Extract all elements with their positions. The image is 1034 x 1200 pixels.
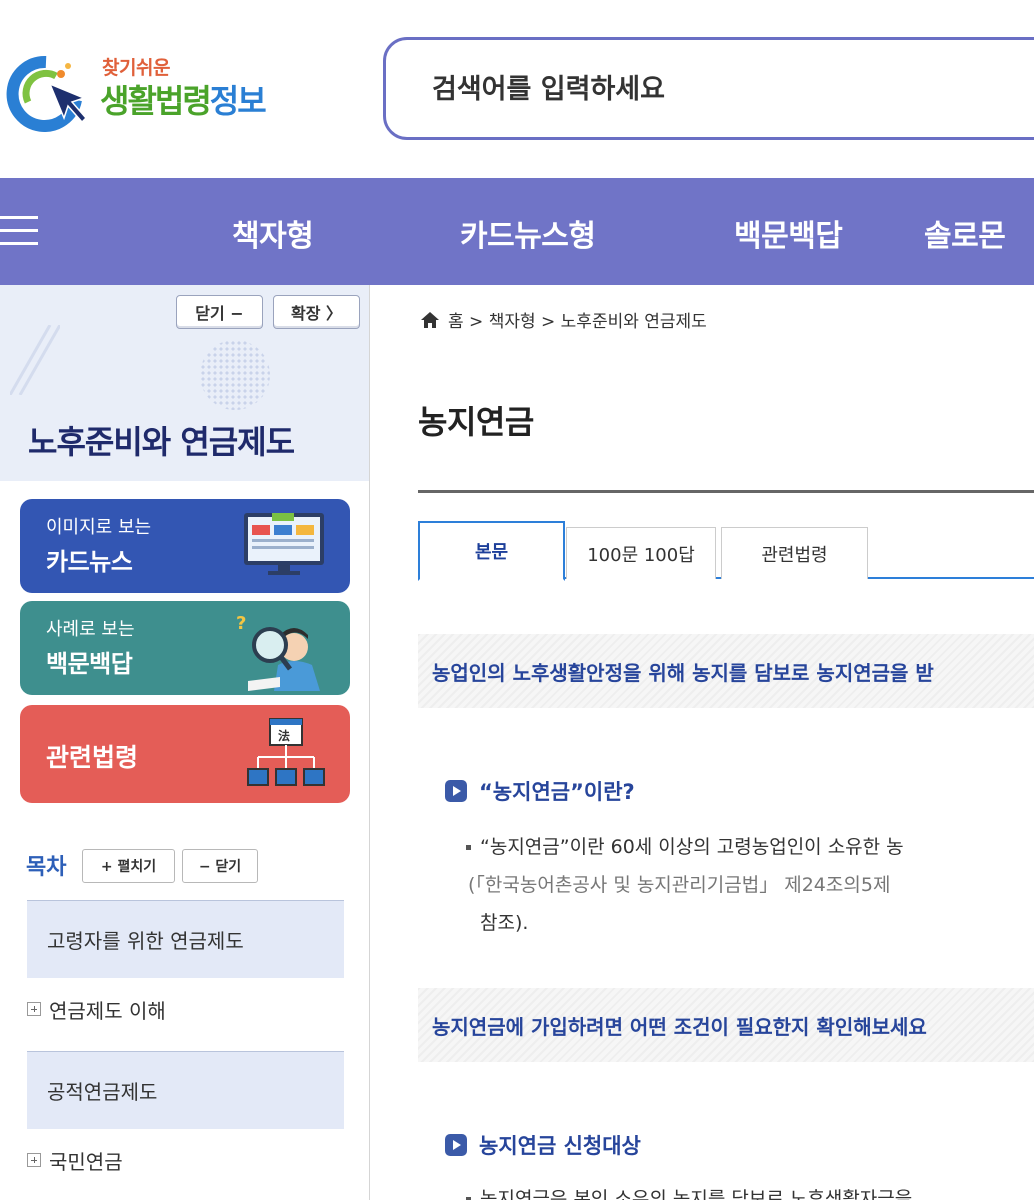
qna-card-sub: 사례로 보는: [46, 619, 135, 640]
nav-item-solomon[interactable]: 솔로몬: [924, 211, 1006, 255]
magnifier-person-icon: ?: [236, 613, 320, 691]
decorative-lines-icon: [10, 325, 60, 395]
toc-item-label: 연금제도 이해: [49, 998, 166, 1023]
toc-collapse-button[interactable]: − 닫기: [182, 849, 258, 883]
sidebar-header: 닫기 − 확장 〉 노후준비와 연금제도: [0, 285, 369, 481]
breadcrumb: 홈 > 책자형 > 노후준비와 연금제도: [420, 307, 707, 332]
sidebar-expand-button[interactable]: 확장 〉: [273, 295, 360, 329]
sidebar-close-button[interactable]: 닫기 −: [176, 295, 263, 329]
search-input[interactable]: [432, 68, 992, 110]
toc-expand-button[interactable]: + 펼치기: [82, 849, 175, 883]
section-heading-definition: “농지연금”이란?: [445, 776, 635, 806]
sidebar-title: 노후준비와 연금제도: [28, 423, 295, 461]
logo-cursor-icon: [6, 55, 88, 132]
breadcrumb-text[interactable]: 홈 > 책자형 > 노후준비와 연금제도: [448, 307, 707, 332]
related-law-card[interactable]: 관련법령 法: [20, 705, 350, 803]
qna-card[interactable]: 사례로 보는 백문백답 ?: [20, 601, 350, 695]
play-bullet-icon: [445, 780, 467, 802]
toc-item-pension-understanding[interactable]: 연금제도 이해: [27, 974, 344, 1044]
tab-100-qna[interactable]: 100문 100답: [566, 527, 716, 579]
content-tabs: 본문 100문 100답 관련법령: [418, 521, 1034, 581]
home-icon[interactable]: [420, 311, 440, 329]
page-title: 농지연금: [418, 403, 534, 441]
qna-card-label: 백문백답: [46, 650, 133, 678]
tab-related-law[interactable]: 관련법령: [721, 527, 868, 579]
eligibility-paragraph: 농지연금은 본인 소유의 농지를 담보로 노후생활자금을: [466, 1180, 913, 1200]
law-reference-link[interactable]: (「한국농어촌공사 및 농지관리기금법」 제24조의5제: [468, 866, 904, 904]
tab-body[interactable]: 본문: [418, 521, 565, 581]
paragraph-line: “농지연금”이란 60세 이상의 고령농업인이 소유한 농: [480, 836, 904, 858]
section-heading-text: “농지연금”이란?: [479, 780, 635, 804]
toc-item-national-pension[interactable]: 국민연금: [27, 1125, 344, 1195]
definition-paragraph: “농지연금”이란 60세 이상의 고령농업인이 소유한 농 (「한국농어촌공사 …: [466, 828, 904, 942]
nav-item-booklet[interactable]: 책자형: [232, 211, 314, 255]
site-logo[interactable]: 찾기쉬운 생활법령정보: [6, 52, 296, 132]
menu-icon[interactable]: [0, 216, 40, 246]
summary-banner-1: 농업인의 노후생활안정을 위해 농지를 담보로 농지연금을 받: [418, 634, 1034, 708]
toc-header: 목차 + 펼치기 − 닫기: [26, 849, 356, 885]
cardnews-card-label: 카드뉴스: [46, 548, 133, 576]
summary-banner-2: 농지연금에 가입하려면 어떤 조건이 필요한지 확인해보세요: [418, 988, 1034, 1062]
sidebar: 닫기 − 확장 〉 노후준비와 연금제도 이미지로 보는 카드뉴스 사례로 보는…: [0, 285, 370, 1200]
expand-plus-icon: [27, 1002, 41, 1016]
main-nav: 책자형 카드뉴스형 백문백답 솔로몬: [0, 178, 1034, 285]
toc-section-senior-pension[interactable]: 고령자를 위한 연금제도: [27, 900, 344, 978]
toc-item-label: 국민연금: [49, 1149, 123, 1174]
paragraph-line: 참조).: [480, 912, 529, 934]
related-law-card-label: 관련법령: [46, 743, 139, 772]
cardnews-card-sub: 이미지로 보는: [46, 517, 152, 538]
paragraph-line: 농지연금은 본인 소유의 농지를 담보로 노후생활자금을: [480, 1188, 913, 1200]
site-header: 찾기쉬운 생활법령정보: [0, 0, 1034, 178]
svg-text:法: 法: [278, 728, 290, 743]
search-box: [383, 37, 1034, 140]
main-content: 홈 > 책자형 > 노후준비와 연금제도 농지연금 본문 100문 100답 관…: [370, 285, 1034, 1200]
toc-section-public-pension[interactable]: 공적연금제도: [27, 1051, 344, 1129]
nav-item-cardnews[interactable]: 카드뉴스형: [460, 211, 596, 255]
logo-title: 생활법령정보: [100, 76, 267, 122]
svg-text:?: ?: [236, 613, 246, 634]
play-bullet-icon: [445, 1134, 467, 1156]
expand-plus-icon: [27, 1153, 41, 1167]
bullet-marker: [466, 845, 471, 850]
section-heading-eligibility: 농지연금 신청대상: [445, 1130, 641, 1160]
news-monitor-icon: [244, 513, 324, 575]
logo-title-main: 생활법령: [100, 82, 212, 120]
cardnews-card[interactable]: 이미지로 보는 카드뉴스: [20, 499, 350, 593]
decorative-dots: [200, 340, 270, 410]
title-divider: [418, 490, 1034, 493]
law-reference-text[interactable]: (「한국농어촌공사 및 농지관리기금법」 제24조의5제: [468, 874, 890, 896]
law-hierarchy-icon: 法: [247, 718, 325, 786]
nav-item-qna[interactable]: 백문백답: [734, 211, 843, 255]
section-heading-text: 농지연금 신청대상: [479, 1134, 641, 1158]
toc-title: 목차: [26, 855, 67, 880]
logo-title-accent: 정보: [209, 82, 267, 120]
